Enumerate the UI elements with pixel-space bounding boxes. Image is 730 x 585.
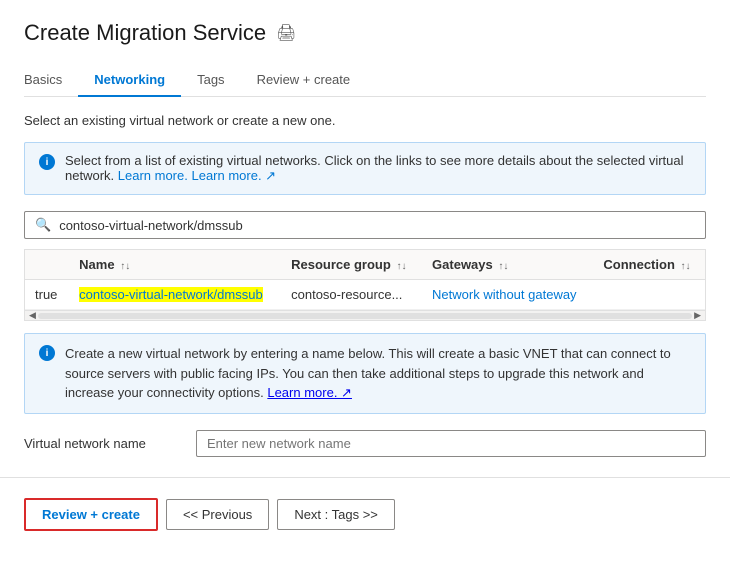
search-value: contoso-virtual-network/dmssub (59, 218, 243, 233)
info-text-2: Create a new virtual network by entering… (65, 346, 671, 400)
learn-more-link-1[interactable]: Learn more. ↗ (191, 168, 276, 183)
sort-rg-icon[interactable]: ↑↓ (396, 261, 406, 272)
col-connection[interactable]: Connection ↑↓ (593, 250, 705, 280)
next-tags-button[interactable]: Next : Tags >> (277, 499, 395, 530)
network-name-highlighted[interactable]: contoso-virtual-network/dmssub (79, 287, 263, 302)
scrollbar-track[interactable] (38, 313, 692, 319)
scroll-left-btn[interactable]: ◀ (27, 310, 38, 321)
section-subtitle: Select an existing virtual network or cr… (24, 113, 706, 128)
info-icon-1: i (39, 154, 55, 170)
learn-more-link-2[interactable]: Learn more. ↗ (267, 385, 352, 400)
table-row[interactable]: true contoso-virtual-network/dmssub cont… (25, 280, 705, 310)
previous-button[interactable]: << Previous (166, 499, 269, 530)
tab-basics[interactable]: Basics (24, 64, 78, 97)
scroll-right-btn[interactable]: ▶ (692, 310, 703, 321)
learn-more-link-1[interactable]: Learn more. (118, 168, 188, 183)
info-box-existing-networks: i Select from a list of existing virtual… (24, 142, 706, 195)
page-title: Create Migration Service (24, 20, 266, 46)
review-create-button[interactable]: Review + create (24, 498, 158, 531)
sort-gw-icon[interactable]: ↑↓ (498, 261, 508, 272)
sort-name-icon[interactable]: ↑↓ (120, 261, 130, 272)
tab-tags[interactable]: Tags (181, 64, 240, 97)
row-name[interactable]: contoso-virtual-network/dmssub (69, 280, 281, 310)
col-gateways[interactable]: Gateways ↑↓ (422, 250, 593, 280)
print-icon[interactable]: 🖨 (276, 23, 296, 43)
row-selected: true (25, 280, 69, 310)
tab-review-create[interactable]: Review + create (241, 64, 367, 97)
search-bar[interactable]: 🔍 contoso-virtual-network/dmssub (24, 211, 706, 239)
vnet-name-input[interactable] (196, 430, 706, 457)
row-gateways[interactable]: Network without gateway (422, 280, 593, 310)
virtual-networks-table: Name ↑↓ Resource group ↑↓ Gateways ↑↓ Co… (24, 249, 706, 321)
col-name[interactable]: Name ↑↓ (69, 250, 281, 280)
table-scrollbar[interactable]: ◀ ▶ (25, 310, 705, 320)
vnet-name-label: Virtual network name (24, 436, 184, 451)
footer-actions: Review + create << Previous Next : Tags … (24, 494, 706, 531)
row-resource-group: contoso-resource... (281, 280, 422, 310)
col-selected (25, 250, 69, 280)
row-connection (593, 280, 705, 310)
footer-divider (0, 477, 730, 478)
vnet-name-row: Virtual network name (24, 430, 706, 457)
sort-conn-icon[interactable]: ↑↓ (681, 261, 691, 272)
search-icon: 🔍 (35, 217, 51, 233)
info-icon-2: i (39, 345, 55, 361)
info-box-create-network: i Create a new virtual network by enteri… (24, 333, 706, 414)
tab-networking[interactable]: Networking (78, 64, 181, 97)
col-resource-group[interactable]: Resource group ↑↓ (281, 250, 422, 280)
tabs-nav: Basics Networking Tags Review + create (24, 64, 706, 97)
